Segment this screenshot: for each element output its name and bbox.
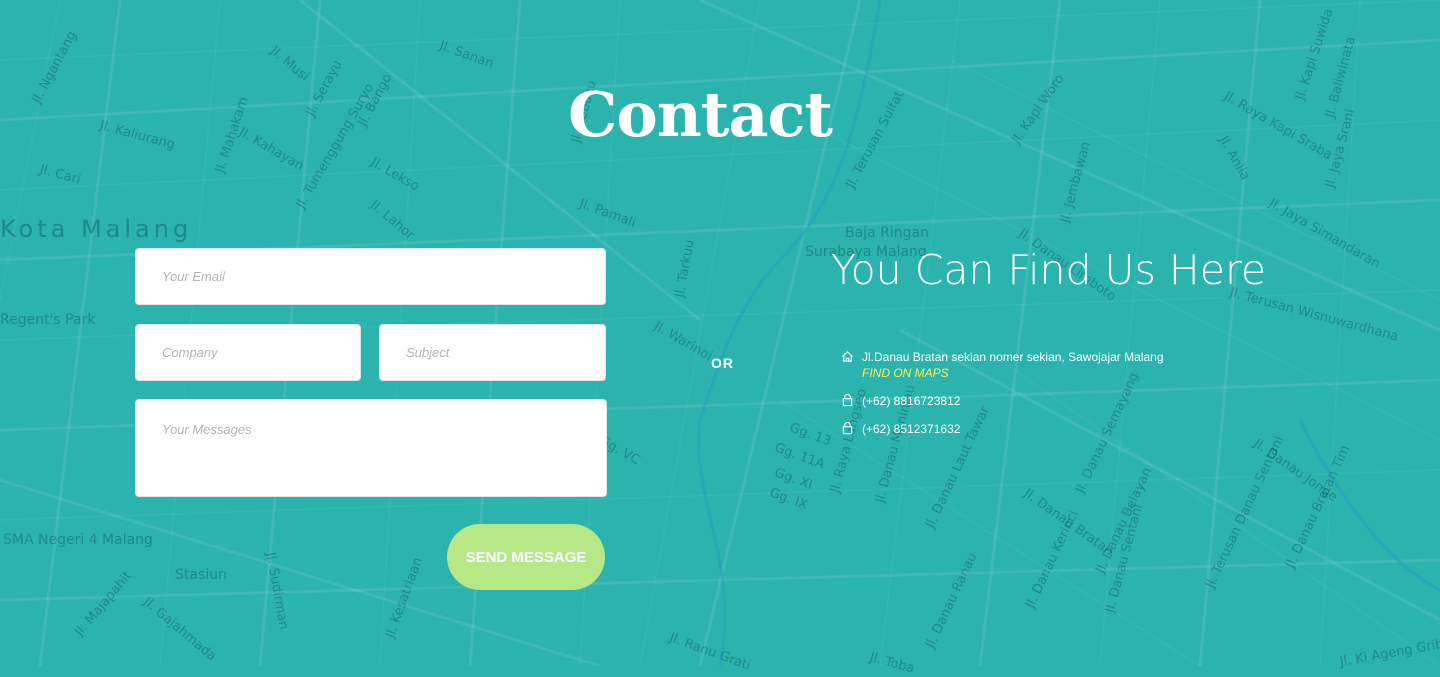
phone-icon [842,422,853,435]
send-message-button[interactable]: SEND MESSAGE [447,524,605,590]
map-street-label: Kota Malang [0,215,193,243]
phone-row-2: (+62) 8512371632 [841,421,960,437]
message-placeholder: Your Messages [162,422,252,437]
map-street-label: SMA Negeri 4 Malang [3,532,153,548]
phone-2-text: (+62) 8512371632 [862,422,961,436]
home-icon [842,351,853,362]
find-on-maps-link[interactable]: FIND ON MAPS [862,365,1164,381]
subject-placeholder: Subject [406,345,450,360]
message-field[interactable]: Your Messages [135,399,607,497]
company-field[interactable]: Company [135,324,361,381]
map-street-label: Stasiun [175,567,227,583]
address-row: Jl.Danau Bratan sekian nomer sekian, Saw… [841,349,1164,381]
phone-1-text: (+62) 8816723812 [862,394,961,408]
address-text: Jl.Danau Bratan sekian nomer sekian, Saw… [862,350,1164,364]
map-street-label: Regent's Park [0,312,96,328]
email-field[interactable]: Your Email [135,248,606,305]
find-us-heading: You Can Find Us Here [831,246,1267,294]
phone-row-1: (+62) 8816723812 [841,393,960,409]
map-street-label: Baja Ringan [845,225,929,241]
or-divider: OR [711,355,734,371]
company-placeholder: Company [162,345,218,360]
subject-field[interactable]: Subject [379,324,606,381]
phone-icon [842,394,853,407]
email-placeholder: Your Email [162,269,225,284]
page-title: Contact [568,78,833,151]
